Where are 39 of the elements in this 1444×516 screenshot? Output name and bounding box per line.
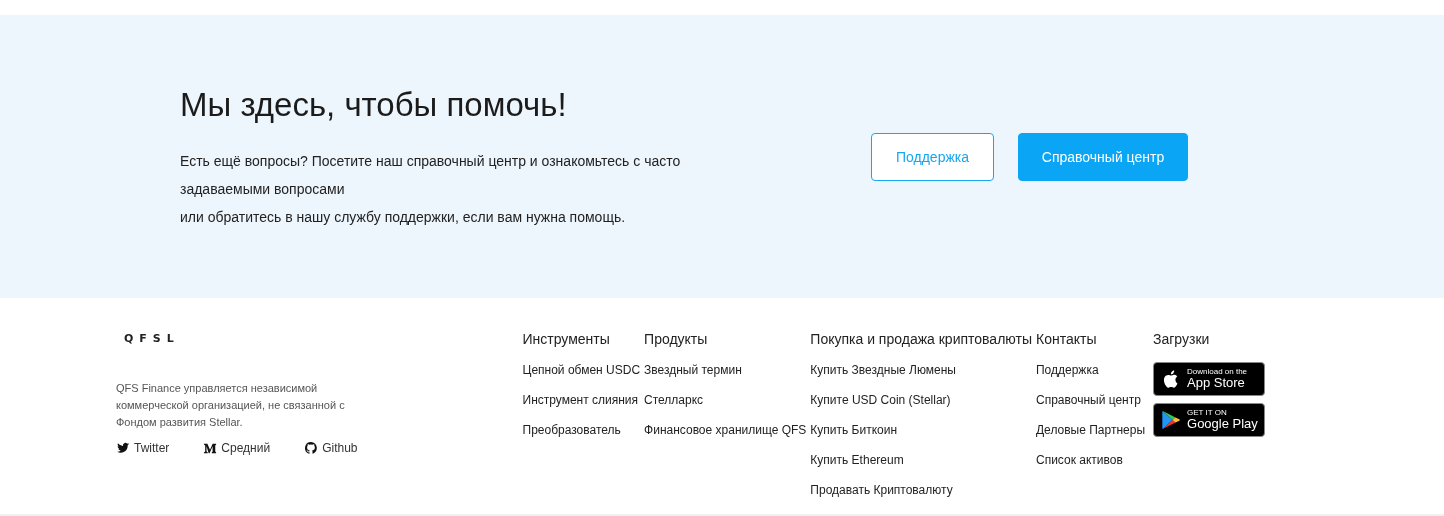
- link-text: Twitter: [134, 439, 170, 457]
- footer-link[interactable]: Финансовое хранилище QFS: [644, 421, 807, 438]
- footer-link[interactable]: Стелларкс: [644, 391, 807, 408]
- footer-link[interactable]: Купить Звездные Люмены: [810, 361, 1032, 378]
- twitter-icon: [116, 440, 130, 455]
- section-heading: Мы здесь, чтобы помочь!: [180, 85, 568, 125]
- play-icon: [1160, 408, 1182, 431]
- column-heading: Загрузки: [1153, 331, 1211, 348]
- logo: QFSL: [124, 331, 181, 347]
- footer-link[interactable]: Деловые Партнеры: [1036, 421, 1145, 438]
- footer-link[interactable]: Купить Ethereum: [810, 451, 1032, 468]
- footer-link[interactable]: Преобразователь: [522, 421, 641, 438]
- footer-link[interactable]: Справочный центр: [1036, 391, 1145, 408]
- footer-link[interactable]: Цепной обмен USDC: [522, 361, 641, 378]
- footer-link[interactable]: Купите USD Coin (Stellar): [810, 391, 1032, 408]
- social-link[interactable]: Github: [304, 438, 358, 457]
- store-badge[interactable]: GET IT ON Google Play: [1153, 402, 1265, 437]
- column-heading: Продукты: [644, 331, 709, 348]
- github-icon: [304, 440, 319, 455]
- social-link[interactable]: Средний: [203, 438, 271, 457]
- column-heading: Покупка и продажа криптовалюты: [810, 331, 1032, 348]
- link-text: Средний: [221, 439, 271, 457]
- social-link[interactable]: Twitter: [116, 438, 170, 457]
- column-heading: Контакты: [1036, 331, 1098, 348]
- badge-caption: GET IT ON: [1187, 408, 1228, 418]
- help-paragraph: Есть ещё вопросы? Посетите наш справочный центр и ознакомьтесь с часто задаваемыми вопросами или обратитесь в нашу службу поддержки, если вам нужна помощь.: [180, 151, 682, 227]
- footer-link[interactable]: Поддержка: [1036, 361, 1145, 378]
- badge-store-name: Google Play: [1187, 417, 1258, 432]
- footer-link[interactable]: Список активов: [1036, 451, 1145, 468]
- badge-caption: Download on the: [1187, 367, 1248, 377]
- footer-link[interactable]: Купить Биткоин: [810, 421, 1032, 438]
- footer-link[interactable]: Продавать Криптовалюту: [810, 481, 1032, 498]
- footer-link[interactable]: Инструмент слияния: [522, 391, 641, 408]
- column-heading: Инструменты: [522, 331, 611, 348]
- link-text: Github: [322, 439, 358, 457]
- footer-link[interactable]: Звездный термин: [644, 361, 807, 378]
- badge-store-name: App Store: [1187, 376, 1246, 391]
- store-badge[interactable]: Download on the App Store: [1153, 361, 1265, 396]
- about-text: QFS Finance управляется независимой коммерческой организацией, не связанной с Фондом развития Stellar.: [116, 380, 346, 430]
